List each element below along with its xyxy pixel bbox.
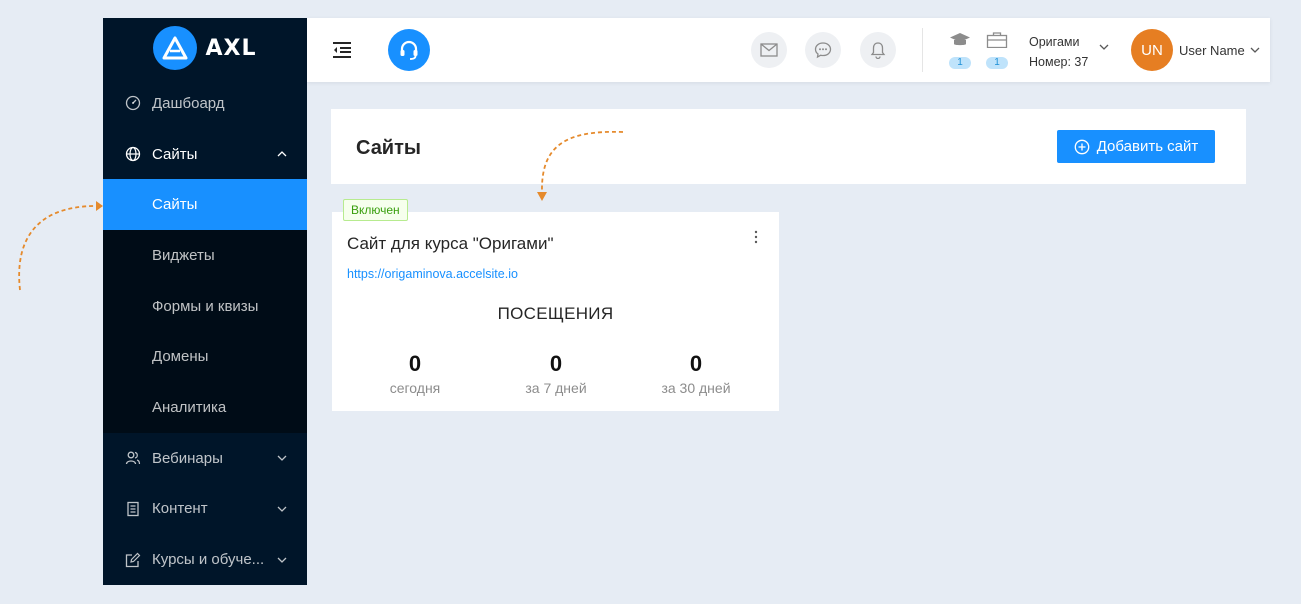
sites-submenu: Сайты Виджеты Формы и квизы Домены Анали… <box>103 179 307 433</box>
chat-icon <box>814 42 832 59</box>
logo[interactable]: AXL <box>103 18 307 78</box>
site-title: Сайт для курса "Оригами" <box>347 234 554 253</box>
sidebar-item-courses[interactable]: Курсы и обуче... <box>103 534 307 585</box>
annotation-arrow-left <box>18 201 103 291</box>
stat-value: 0 <box>689 351 703 376</box>
stat-7-days: 0 за 7 дней <box>486 351 626 397</box>
stat-label: за 30 дней <box>661 380 731 396</box>
page-title: Сайты <box>356 137 421 159</box>
annotation-arrow-top <box>537 130 624 201</box>
dashboard-icon <box>125 95 141 111</box>
chat-button[interactable] <box>805 32 841 68</box>
menu-fold-icon[interactable] <box>332 40 352 60</box>
bell-icon <box>870 42 886 59</box>
avatar[interactable]: UN <box>1131 29 1173 71</box>
sidebar-item-label: Курсы и обуче... <box>152 551 265 569</box>
top-header: 1 1 Оригами Номер: 37 UN User Name <box>307 18 1270 82</box>
sidebar-item-sites-group[interactable]: Сайты <box>103 129 307 180</box>
more-vertical-icon[interactable] <box>753 230 759 244</box>
chevron-up-icon <box>277 151 287 157</box>
sidebar-item-widgets[interactable]: Виджеты <box>103 230 307 281</box>
add-site-label: Добавить сайт <box>1096 138 1199 155</box>
org-number: Номер: 37 <box>1029 55 1089 69</box>
stat-value: 0 <box>408 351 422 376</box>
sidebar-item-label: Виджеты <box>152 246 215 264</box>
chevron-down-icon[interactable] <box>1099 42 1109 52</box>
stat-30-days: 0 за 30 дней <box>626 351 766 397</box>
axl-logo-icon <box>153 26 198 70</box>
graduation-cap-icon <box>950 33 970 46</box>
document-icon <box>125 501 141 517</box>
stat-label: сегодня <box>389 380 441 396</box>
sidebar: AXL Дашбоард Сайты Сайты Виджеты Формы и… <box>103 18 307 585</box>
sidebar-item-label: Аналитика <box>152 398 227 416</box>
brand-name: AXL <box>205 35 257 61</box>
sidebar-item-label: Сайты <box>152 196 198 214</box>
mail-icon <box>760 43 778 57</box>
header-divider <box>922 28 923 72</box>
sidebar-item-webinars[interactable]: Вебинары <box>103 433 307 484</box>
site-card[interactable]: Включен Сайт для курса "Оригами" https:/… <box>332 199 779 411</box>
sidebar-item-analytics[interactable]: Аналитика <box>103 382 307 433</box>
user-name[interactable]: User Name <box>1179 43 1245 58</box>
sidebar-item-sites[interactable]: Сайты <box>103 179 307 231</box>
briefcase-icon <box>986 32 1008 49</box>
notifications-button[interactable] <box>860 32 896 68</box>
org-name: Оригами <box>1029 35 1080 49</box>
sidebar-item-label: Вебинары <box>152 449 223 467</box>
sidebar-item-label: Контент <box>152 500 208 518</box>
users-icon <box>125 450 141 466</box>
chevron-down-icon <box>277 557 287 563</box>
add-site-button[interactable]: Добавить сайт <box>1057 130 1215 163</box>
chevron-down-icon <box>277 455 287 462</box>
sidebar-item-label: Формы и квизы <box>152 297 259 315</box>
sidebar-item-dashboard[interactable]: Дашбоард <box>103 78 307 129</box>
stat-value: 0 <box>549 351 563 376</box>
mail-button[interactable] <box>751 32 787 68</box>
visits-heading: ПОСЕЩЕНИЯ <box>497 304 614 323</box>
page-header: Сайты Добавить сайт <box>331 109 1246 184</box>
sidebar-item-label: Домены <box>152 348 209 366</box>
stat-label: за 7 дней <box>525 380 587 396</box>
courses-count-badge: 1 <box>949 57 971 69</box>
support-button[interactable] <box>388 29 430 71</box>
sidebar-item-forms[interactable]: Формы и квизы <box>103 281 307 332</box>
sidebar-item-domains[interactable]: Домены <box>103 331 307 382</box>
edit-icon <box>125 552 141 568</box>
status-badge: Включен <box>343 199 408 221</box>
sidebar-item-label: Дашбоард <box>152 94 225 112</box>
courses-counter[interactable]: 1 <box>949 32 971 69</box>
cases-counter[interactable]: 1 <box>986 32 1008 69</box>
org-selector[interactable]: Оригами Номер: 37 <box>1029 32 1088 72</box>
plus-circle-icon <box>1074 139 1090 154</box>
sidebar-item-content[interactable]: Контент <box>103 484 307 535</box>
chevron-down-icon <box>277 506 287 512</box>
cases-count-badge: 1 <box>986 57 1008 69</box>
stat-today: 0 сегодня <box>345 351 485 397</box>
headset-icon <box>400 40 418 60</box>
chevron-down-icon[interactable] <box>1250 45 1260 55</box>
sidebar-item-label: Сайты <box>152 145 198 163</box>
globe-icon <box>125 146 141 162</box>
site-url-link[interactable]: https://origaminova.accelsite.io <box>347 267 518 281</box>
